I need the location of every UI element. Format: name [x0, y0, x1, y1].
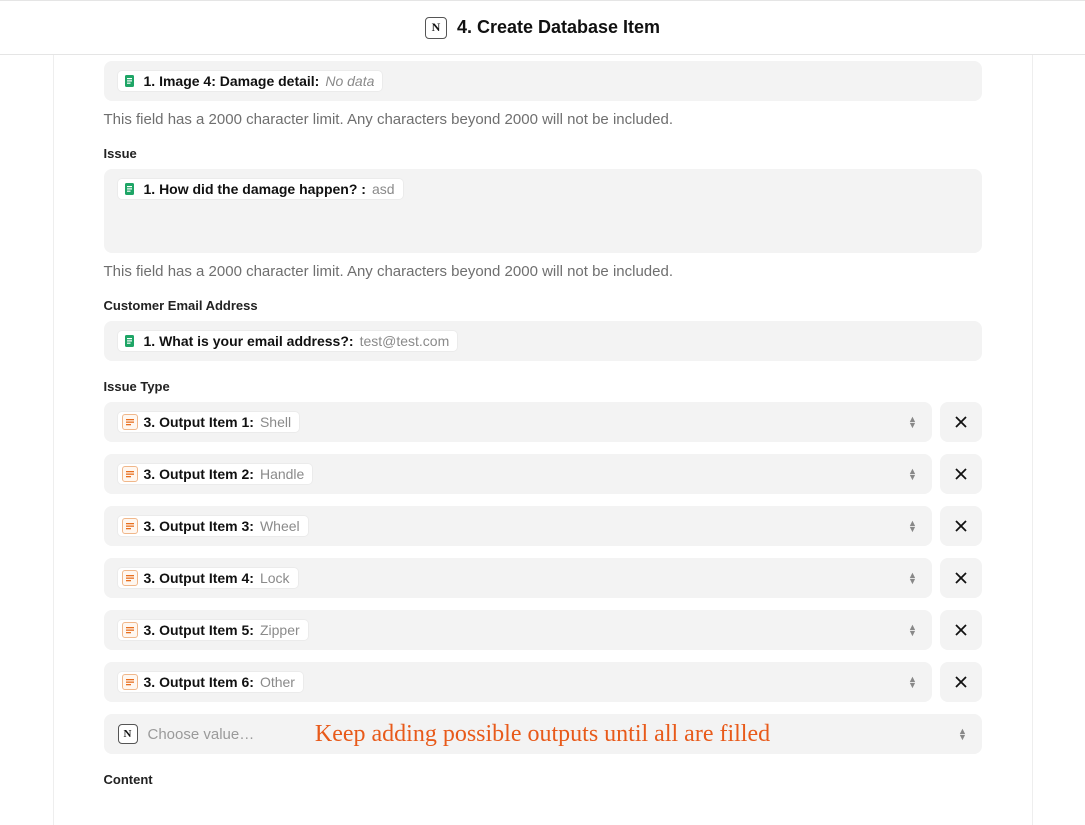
remove-button[interactable]	[940, 610, 982, 650]
remove-button[interactable]	[940, 662, 982, 702]
close-icon	[953, 518, 969, 534]
choose-value-select[interactable]: N Choose value… Keep adding possible out…	[104, 714, 982, 754]
formatter-icon	[122, 466, 138, 482]
issue-type-select[interactable]: 3. Output Item 1: Shell ▲▼	[104, 402, 932, 442]
output-item-label: 3. Output Item 3:	[144, 518, 254, 534]
notion-icon: N	[425, 17, 447, 39]
issue-help: This field has a 2000 character limit. A…	[104, 263, 982, 280]
issue-type-row: 3. Output Item 3: Wheel ▲▼	[104, 506, 982, 546]
output-item-value: Wheel	[260, 518, 300, 534]
output-item-value: Zipper	[260, 622, 300, 638]
sort-icon: ▲▼	[906, 624, 920, 636]
image4-help: This field has a 2000 character limit. A…	[104, 111, 982, 128]
output-item-label: 3. Output Item 6:	[144, 674, 254, 690]
email-chip: 1. What is your email address?: test@tes…	[118, 331, 458, 351]
issue-type-row: 3. Output Item 6: Other ▲▼	[104, 662, 982, 702]
issue-type-label: Issue Type	[104, 379, 982, 394]
image4-chip-label: 1. Image 4: Damage detail:	[144, 73, 320, 89]
issue-type-row: 3. Output Item 2: Handle ▲▼	[104, 454, 982, 494]
issue-chip-value: asd	[372, 181, 395, 197]
sort-icon: ▲▼	[906, 572, 920, 584]
sort-icon: ▲▼	[956, 728, 970, 740]
output-item-chip: 3. Output Item 1: Shell	[118, 412, 300, 432]
issue-type-select[interactable]: 3. Output Item 2: Handle ▲▼	[104, 454, 932, 494]
issue-label: Issue	[104, 146, 982, 161]
remove-button[interactable]	[940, 454, 982, 494]
output-item-value: Lock	[260, 570, 290, 586]
issue-type-row: 3. Output Item 4: Lock ▲▼	[104, 558, 982, 598]
content-label: Content	[104, 772, 982, 787]
page-title: 4. Create Database Item	[457, 17, 660, 38]
sort-icon: ▲▼	[906, 676, 920, 688]
email-label: Customer Email Address	[104, 298, 982, 313]
issue-type-select[interactable]: 3. Output Item 6: Other ▲▼	[104, 662, 932, 702]
issue-type-select[interactable]: 3. Output Item 3: Wheel ▲▼	[104, 506, 932, 546]
sort-icon: ▲▼	[906, 468, 920, 480]
doc-icon	[122, 73, 138, 89]
image4-field[interactable]: 1. Image 4: Damage detail: No data	[104, 61, 982, 101]
remove-button[interactable]	[940, 402, 982, 442]
output-item-value: Handle	[260, 466, 304, 482]
remove-button[interactable]	[940, 558, 982, 598]
image4-chip: 1. Image 4: Damage detail: No data	[118, 71, 383, 91]
formatter-icon	[122, 414, 138, 430]
email-field[interactable]: 1. What is your email address?: test@tes…	[104, 321, 982, 361]
output-item-label: 3. Output Item 2:	[144, 466, 254, 482]
output-item-value: Shell	[260, 414, 291, 430]
output-item-chip: 3. Output Item 3: Wheel	[118, 516, 308, 536]
choose-placeholder: Choose value…	[148, 726, 255, 743]
close-icon	[953, 466, 969, 482]
doc-icon	[122, 181, 138, 197]
sort-icon: ▲▼	[906, 520, 920, 532]
sort-icon: ▲▼	[906, 416, 920, 428]
close-icon	[953, 570, 969, 586]
annotation-text: Keep adding possible outputs until all a…	[315, 721, 770, 748]
issue-type-row: 3. Output Item 1: Shell ▲▼	[104, 402, 982, 442]
issue-chip: 1. How did the damage happen? : asd	[118, 179, 403, 199]
formatter-icon	[122, 518, 138, 534]
image4-chip-value: No data	[325, 73, 374, 89]
close-icon	[953, 622, 969, 638]
output-item-chip: 3. Output Item 5: Zipper	[118, 620, 308, 640]
issue-chip-label: 1. How did the damage happen? :	[144, 181, 366, 197]
output-item-label: 3. Output Item 4:	[144, 570, 254, 586]
remove-button[interactable]	[940, 506, 982, 546]
output-item-value: Other	[260, 674, 295, 690]
doc-icon	[122, 333, 138, 349]
formatter-icon	[122, 622, 138, 638]
issue-field[interactable]: 1. How did the damage happen? : asd	[104, 169, 982, 253]
formatter-icon	[122, 570, 138, 586]
output-item-label: 3. Output Item 1:	[144, 414, 254, 430]
issue-type-select[interactable]: 3. Output Item 4: Lock ▲▼	[104, 558, 932, 598]
formatter-icon	[122, 674, 138, 690]
output-item-label: 3. Output Item 5:	[144, 622, 254, 638]
issue-type-row: 3. Output Item 5: Zipper ▲▼	[104, 610, 982, 650]
close-icon	[953, 674, 969, 690]
output-item-chip: 3. Output Item 4: Lock	[118, 568, 298, 588]
output-item-chip: 3. Output Item 2: Handle	[118, 464, 313, 484]
issue-type-select[interactable]: 3. Output Item 5: Zipper ▲▼	[104, 610, 932, 650]
close-icon	[953, 414, 969, 430]
email-chip-value: test@test.com	[360, 333, 450, 349]
config-panel: 1. Image 4: Damage detail: No data This …	[53, 55, 1033, 825]
email-chip-label: 1. What is your email address?:	[144, 333, 354, 349]
notion-icon: N	[118, 724, 138, 744]
output-item-chip: 3. Output Item 6: Other	[118, 672, 303, 692]
page-header: N 4. Create Database Item	[0, 0, 1085, 55]
